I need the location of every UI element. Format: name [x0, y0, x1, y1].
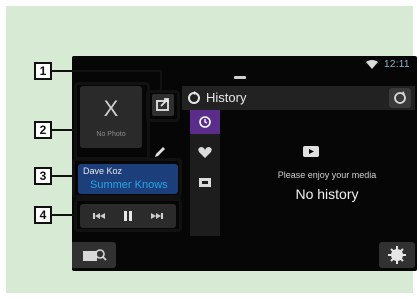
manual-panel: 12:11 X No Photo Dave Koz Summer Knows H… [6, 6, 417, 293]
media-pane: History Please enjoy your media No histo… [182, 86, 415, 236]
settings-icon [388, 246, 406, 264]
history-tab-icon [199, 116, 211, 128]
search-button[interactable] [72, 242, 116, 268]
wifi-icon [366, 60, 378, 69]
leader-line-3 [52, 175, 74, 177]
highlight-playback-controls [74, 198, 182, 232]
status-bar: 12:11 [72, 56, 417, 79]
callout-2: 2 [34, 121, 52, 139]
history-title: History [206, 90, 247, 105]
no-history-label: No history [295, 186, 359, 202]
status-clock: 12:11 [384, 59, 410, 70]
leader-line-4 [52, 214, 76, 216]
highlight-song-info [72, 158, 182, 198]
callout-4: 4 [34, 206, 52, 224]
tab-photos[interactable] [190, 170, 220, 194]
settings-button[interactable] [379, 242, 415, 268]
leader-line-1-down [160, 70, 162, 92]
leader-line-1 [52, 70, 162, 72]
callout-3: 3 [34, 167, 52, 185]
source-tabs [190, 110, 220, 236]
tab-history[interactable] [190, 110, 220, 134]
history-header: History [182, 86, 415, 110]
heart-icon [198, 147, 212, 158]
history-icon [188, 91, 200, 104]
youtube-icon [303, 146, 319, 157]
callout-1: 1 [34, 62, 52, 80]
highlight-share-button [146, 90, 180, 122]
leader-line-2 [52, 129, 76, 131]
tab-favorites[interactable] [190, 140, 220, 164]
empty-message: Please enjoy your media [277, 170, 377, 180]
photo-icon [199, 178, 211, 187]
highlight-album-art [74, 82, 150, 160]
refresh-icon [394, 91, 406, 104]
home-indicator [234, 76, 246, 79]
refresh-button[interactable] [389, 88, 411, 108]
search-icon [83, 249, 107, 261]
